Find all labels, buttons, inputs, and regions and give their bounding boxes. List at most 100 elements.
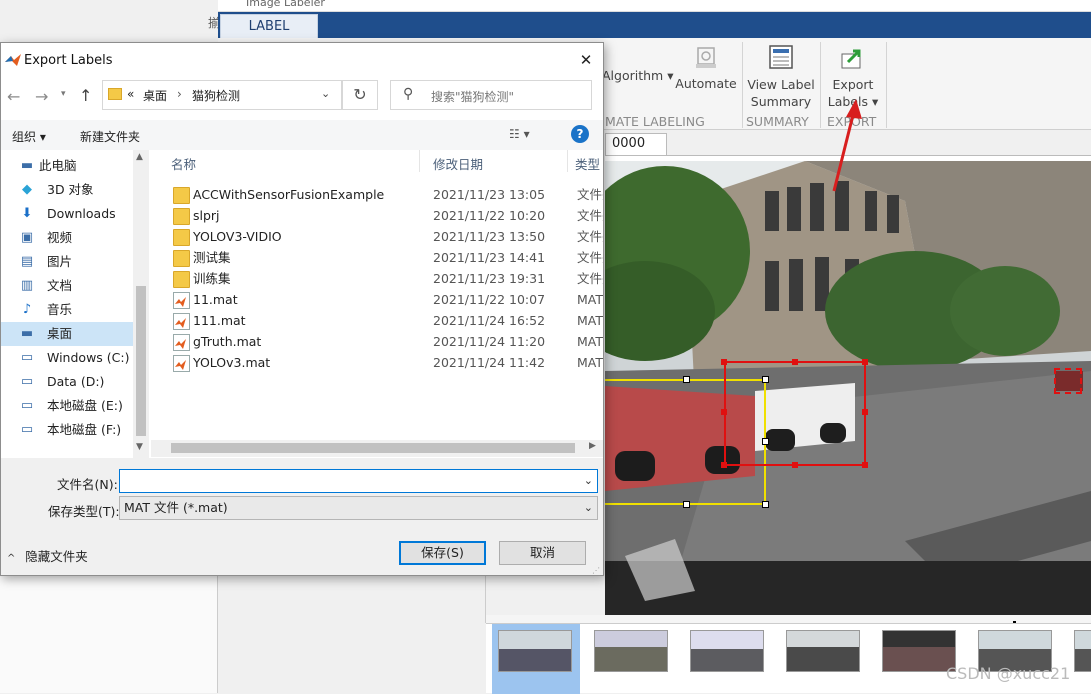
column-divider [419,150,420,172]
folder-icon [173,250,190,267]
file-row[interactable]: YOLOv3.mat 2021/11/24 11:42 MAT [151,352,603,373]
image-viewer[interactable] [605,161,1091,615]
app-title-bar: Image Labeler [218,0,1091,12]
file-name: gTruth.mat [193,334,262,349]
file-name: ACCWithSensorFusionExample [193,187,385,202]
filmstrip-thumbnail[interactable] [1074,630,1091,672]
chevron-down-icon[interactable]: ⌄ [584,470,593,492]
mat-file-icon [173,292,190,309]
close-icon[interactable]: ✕ [571,47,601,73]
tree-item[interactable]: ◆ 3D 对象 [1,178,133,202]
file-type: 文件夹 [577,229,603,244]
filmstrip-thumbnail[interactable] [498,630,572,672]
file-row[interactable]: ACCWithSensorFusionExample 2021/11/23 13:… [151,184,603,205]
tree-item-label: 本地磁盘 (E:) [47,398,123,413]
file-date: 2021/11/22 10:07 [433,292,546,307]
tree-item[interactable]: ▥ 文档 [1,274,133,298]
file-row[interactable]: YOLOV3-VIDIO 2021/11/23 13:50 文件夹 [151,226,603,247]
file-date: 2021/11/24 16:52 [433,313,546,328]
tree-item[interactable]: ▭ 本地磁盘 (F:) [1,418,133,442]
view-options-icon[interactable]: ☷ ▾ [509,127,530,141]
file-type: MAT [577,334,603,349]
cube-icon: ◆ [22,182,32,197]
file-row[interactable]: 训练集 2021/11/23 19:31 文件夹 [151,268,603,289]
tree-item[interactable]: ▬ 此电脑 [1,154,133,178]
file-row[interactable]: gTruth.mat 2021/11/24 11:20 MAT [151,331,603,352]
forward-arrow-icon[interactable]: → [35,87,48,106]
scroll-right-icon[interactable]: ▶ [589,441,596,451]
new-folder-button[interactable]: 新建文件夹 [80,128,140,145]
file-date: 2021/11/23 13:05 [433,187,546,202]
file-name: YOLOV3-VIDIO [193,229,282,244]
search-icon: ⚲ [403,86,414,102]
filmstrip-thumbnail[interactable] [594,630,668,672]
chevron-down-icon[interactable]: ⌄ [321,87,330,100]
cancel-button[interactable]: 取消 [499,541,586,565]
breadcrumb-separator: › [177,87,182,101]
file-type: MAT [577,355,603,370]
tree-item[interactable]: ▣ 视频 [1,226,133,250]
column-header-modified[interactable]: 修改日期 [433,154,483,173]
tree-item[interactable]: ▤ 图片 [1,250,133,274]
dialog-resize-grip[interactable]: ⋰ [592,566,600,575]
folder-icon [173,208,190,225]
file-type: 文件夹 [577,187,603,202]
algorithm-dropdown[interactable]: Algorithm ▾ [602,68,673,83]
hide-folders-toggle[interactable]: ^ 隐藏文件夹 [7,546,88,565]
help-icon[interactable]: ? [571,125,589,143]
file-type: MAT [577,292,603,307]
bbox-red[interactable] [724,361,866,466]
organize-menu[interactable]: 组织 ▾ [12,128,46,145]
breadcrumb-folder[interactable]: 猫狗检测 [192,87,240,104]
section-automate-labeling: MATE LABELING [605,114,705,129]
tree-item[interactable]: ♪ 音乐 [1,298,133,322]
search-box[interactable]: ⚲ 搜索"猫狗检测" [390,80,592,110]
address-bar[interactable]: « 桌面 › 猫狗检测 ⌄ [102,80,342,110]
dialog-bottom: 文件名(N): ⌄ 保存类型(T): MAT 文件 (*.mat) ⌄ ^ 隐藏… [1,458,603,575]
filmstrip-thumbnail[interactable] [882,630,956,672]
file-name: YOLOv3.mat [193,355,271,370]
breadcrumb-desktop[interactable]: 桌面 [143,87,167,104]
up-arrow-icon[interactable]: ↑ [79,86,92,105]
scroll-up-icon[interactable]: ▲ [136,152,143,162]
filmstrip-thumbnail[interactable] [690,630,764,672]
filmstrip-thumbnail[interactable] [786,630,860,672]
horizontal-scrollbar[interactable]: ▶ [151,440,603,457]
automate-button[interactable]: Automate [674,76,738,91]
tree-item[interactable]: ▭ Windows (C:) [1,346,133,370]
save-button[interactable]: 保存(S) [399,541,486,565]
tree-item[interactable]: ▬ 桌面 [1,322,133,346]
export-icon [840,46,866,70]
back-arrow-icon[interactable]: ← [7,87,20,106]
drive-icon: ▭ [20,374,34,389]
tab-label[interactable]: LABEL [220,14,318,38]
scrollbar-thumb[interactable] [171,443,575,453]
file-date: 2021/11/24 11:42 [433,355,546,370]
chevron-down-icon: ⌄ [583,501,593,514]
bbox-red-small[interactable] [1054,368,1082,394]
file-row[interactable]: 11.mat 2021/11/22 10:07 MAT [151,289,603,310]
file-row[interactable]: 111.mat 2021/11/24 16:52 MAT [151,310,603,331]
scrollbar-thumb[interactable] [136,286,146,436]
column-header-type[interactable]: 类型 [575,154,603,173]
filename-input[interactable]: ⌄ [119,469,598,493]
file-type: 文件夹 [577,250,603,265]
file-row[interactable]: slprj 2021/11/22 10:20 文件夹 [151,205,603,226]
refresh-icon[interactable]: ↻ [342,80,378,110]
recent-dropdown-icon[interactable]: ▾ [61,89,66,99]
tree-item-label: 本地磁盘 (F:) [47,422,122,437]
ribbon-tab-bar [218,12,1091,38]
file-date: 2021/11/23 14:41 [433,250,546,265]
view-label-summary-button[interactable]: View Label Summary [746,76,816,110]
download-icon: ⬇ [21,206,33,221]
column-header-name[interactable]: 名称 [171,154,196,173]
image-tab[interactable]: 0000 [605,133,667,155]
tree-item[interactable]: ⬇ Downloads [1,202,133,226]
tree-item[interactable]: ▭ 本地磁盘 (E:) [1,394,133,418]
scroll-down-icon[interactable]: ▼ [136,442,143,452]
tree-item[interactable]: ▭ Data (D:) [1,370,133,394]
tree-scrollbar[interactable]: ▲ ▼ [133,150,149,458]
savetype-select[interactable]: MAT 文件 (*.mat) ⌄ [119,496,598,520]
drive-icon: ▭ [20,422,34,437]
file-row[interactable]: 测试集 2021/11/23 14:41 文件夹 [151,247,603,268]
